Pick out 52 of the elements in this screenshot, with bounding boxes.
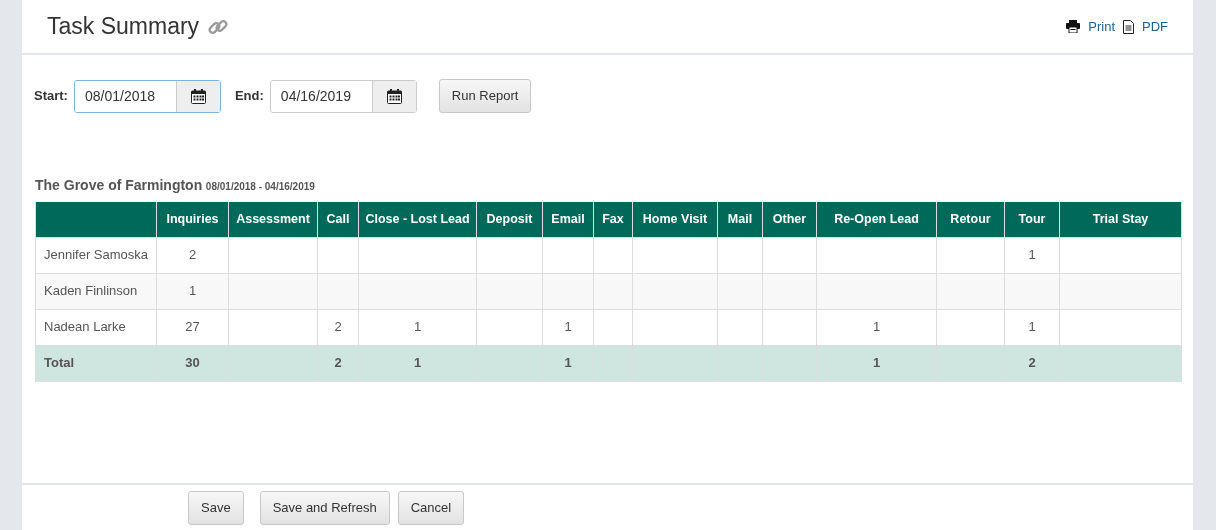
column-header: Call	[317, 202, 359, 237]
column-header: Close - Lost Lead	[358, 202, 477, 237]
calendar-icon	[190, 88, 206, 104]
column-header: Trial Stay	[1059, 202, 1182, 237]
column-header: Fax	[593, 202, 633, 237]
column-header: Re-Open Lead	[816, 202, 937, 237]
column-header: Assessment	[228, 202, 318, 237]
end-date-field[interactable]: 04/16/2019	[269, 79, 417, 113]
pdf-link[interactable]: PDF	[1142, 16, 1168, 37]
column-header: Inquiries	[156, 202, 229, 237]
total-cell: 30	[156, 345, 229, 381]
table-cell: 27	[156, 309, 229, 345]
calendar-icon	[386, 88, 402, 104]
table-cell: 1	[1004, 237, 1060, 273]
calendar-button[interactable]	[371, 80, 416, 112]
name-cell: Jennifer Samoska	[35, 237, 157, 273]
column-header: Email	[542, 202, 594, 237]
table-cell: 1	[816, 309, 937, 345]
total-cell: 2	[317, 345, 359, 381]
total-cell: 1	[816, 345, 937, 381]
name-cell: Nadean Larke	[35, 309, 157, 345]
cancel-button[interactable]: Cancel	[397, 490, 465, 525]
name-cell: Kaden Finlinson	[35, 273, 157, 309]
table-cell: 1	[542, 309, 594, 345]
report-date-range: 08/01/2018 - 04/16/2019	[205, 181, 315, 192]
column-header: Tour	[1004, 202, 1060, 237]
end-label: End:	[234, 87, 264, 106]
column-header: Retour	[936, 202, 1005, 237]
column-header: Deposit	[476, 202, 543, 237]
printer-icon	[1066, 20, 1081, 33]
report-title: The Grove of Farmington	[35, 177, 203, 193]
start-date-field[interactable]: 08/01/2018	[73, 79, 221, 113]
print-link[interactable]: Print	[1088, 16, 1115, 37]
total-cell: 2	[1004, 345, 1060, 381]
column-header: Other	[762, 202, 817, 237]
total-cell: 1	[542, 345, 594, 381]
total-cell: 1	[358, 345, 477, 381]
table-cell: 1	[358, 309, 477, 345]
page-title: Task Summary	[47, 12, 200, 42]
save-and-refresh-button[interactable]: Save and Refresh	[259, 490, 390, 525]
column-header: Home Visit	[632, 202, 718, 237]
table-cell: 2	[317, 309, 359, 345]
table-cell: 2	[156, 237, 229, 273]
column-header: Mail	[717, 202, 763, 237]
document-icon	[1123, 19, 1134, 34]
start-label: Start:	[34, 87, 68, 106]
save-button[interactable]: Save	[188, 490, 244, 525]
total-label: Total	[35, 345, 157, 381]
table-cell: 1	[1004, 309, 1060, 345]
calendar-button[interactable]	[175, 80, 220, 112]
run-report-button[interactable]: Run Report	[438, 79, 532, 113]
table-cell: 1	[156, 273, 229, 309]
